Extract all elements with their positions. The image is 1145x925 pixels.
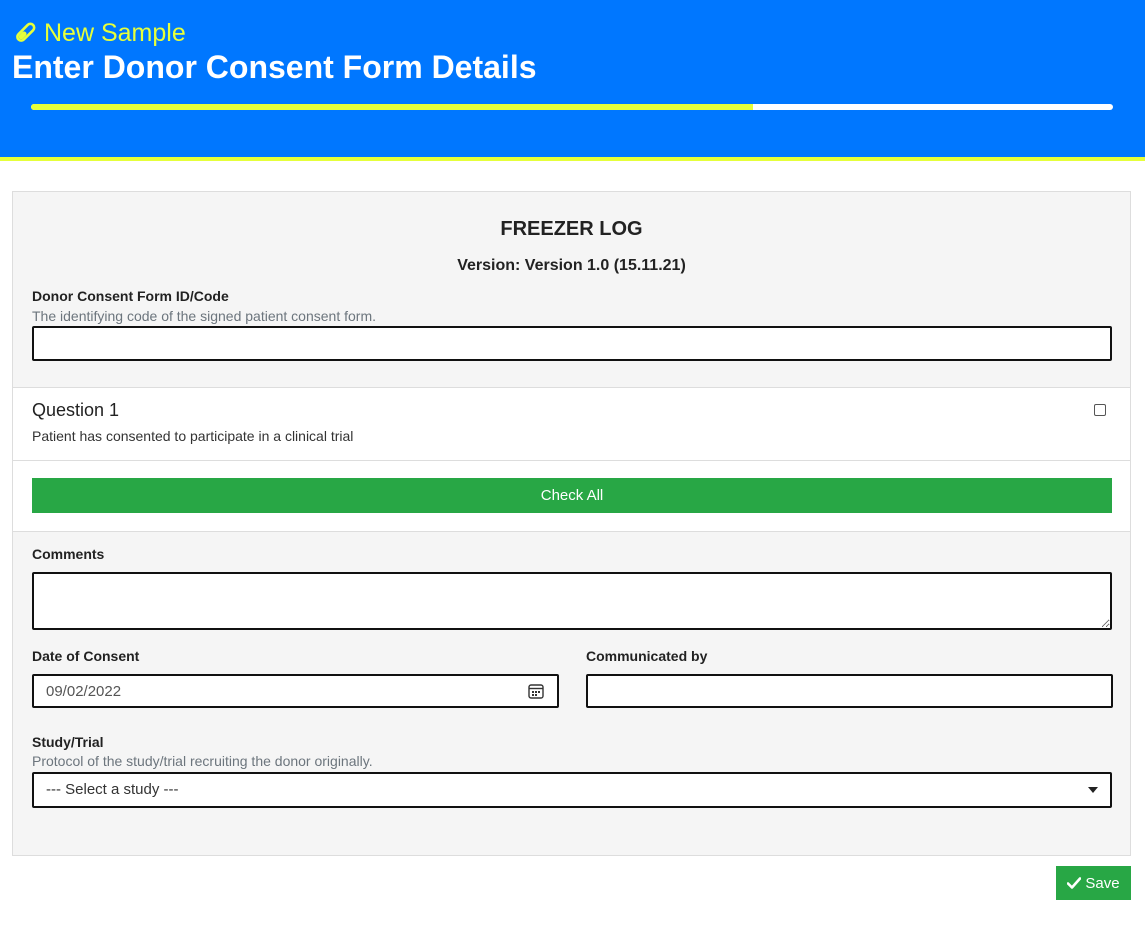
consent-id-input[interactable] bbox=[32, 326, 1112, 361]
communicated-by-label: Communicated by bbox=[586, 648, 708, 664]
question-text: Patient has consented to participate in … bbox=[32, 428, 354, 444]
check-all-button[interactable]: Check All bbox=[32, 478, 1112, 513]
header-subtitle: New Sample bbox=[44, 19, 186, 47]
comments-textarea[interactable] bbox=[32, 572, 1112, 630]
progress-fill bbox=[31, 104, 753, 110]
consent-id-help: The identifying code of the signed patie… bbox=[32, 308, 376, 324]
study-label: Study/Trial bbox=[32, 734, 104, 750]
form-card-top: FREEZER LOG Version: Version 1.0 (15.11.… bbox=[13, 192, 1130, 387]
question-block: Question 1 Patient has consented to part… bbox=[13, 387, 1130, 461]
chevron-down-icon bbox=[1088, 787, 1098, 793]
date-of-consent-input[interactable] bbox=[32, 674, 559, 708]
subtitle-row: New Sample bbox=[12, 18, 186, 48]
page-title: Enter Donor Consent Form Details bbox=[12, 49, 537, 85]
save-label: Save bbox=[1085, 874, 1120, 892]
log-version: Version: Version 1.0 (15.11.21) bbox=[457, 257, 686, 274]
progress-bar bbox=[31, 104, 1113, 110]
date-of-consent-label: Date of Consent bbox=[32, 648, 140, 664]
test-tube-icon bbox=[16, 22, 36, 42]
study-help: Protocol of the study/trial recruiting t… bbox=[32, 753, 373, 769]
header-accent-line bbox=[0, 157, 1145, 161]
consent-id-label: Donor Consent Form ID/Code bbox=[32, 288, 229, 304]
question-title: Question 1 bbox=[32, 400, 120, 420]
page-header: New Sample Enter Donor Consent Form Deta… bbox=[0, 0, 1145, 157]
calendar-icon[interactable] bbox=[528, 683, 544, 699]
date-of-consent-field[interactable] bbox=[32, 674, 559, 708]
form-card: FREEZER LOG Version: Version 1.0 (15.11.… bbox=[12, 191, 1131, 856]
study-select[interactable]: --- Select a study --- bbox=[32, 772, 1112, 808]
comments-label: Comments bbox=[32, 546, 105, 562]
study-select-value: --- Select a study --- bbox=[46, 781, 179, 798]
question-checkbox[interactable] bbox=[1094, 404, 1106, 416]
save-button[interactable]: Save bbox=[1056, 866, 1131, 900]
check-icon bbox=[1067, 877, 1082, 889]
check-all-area: Check All bbox=[13, 461, 1130, 532]
log-title: FREEZER LOG bbox=[500, 218, 643, 240]
communicated-by-input[interactable] bbox=[586, 674, 1113, 708]
